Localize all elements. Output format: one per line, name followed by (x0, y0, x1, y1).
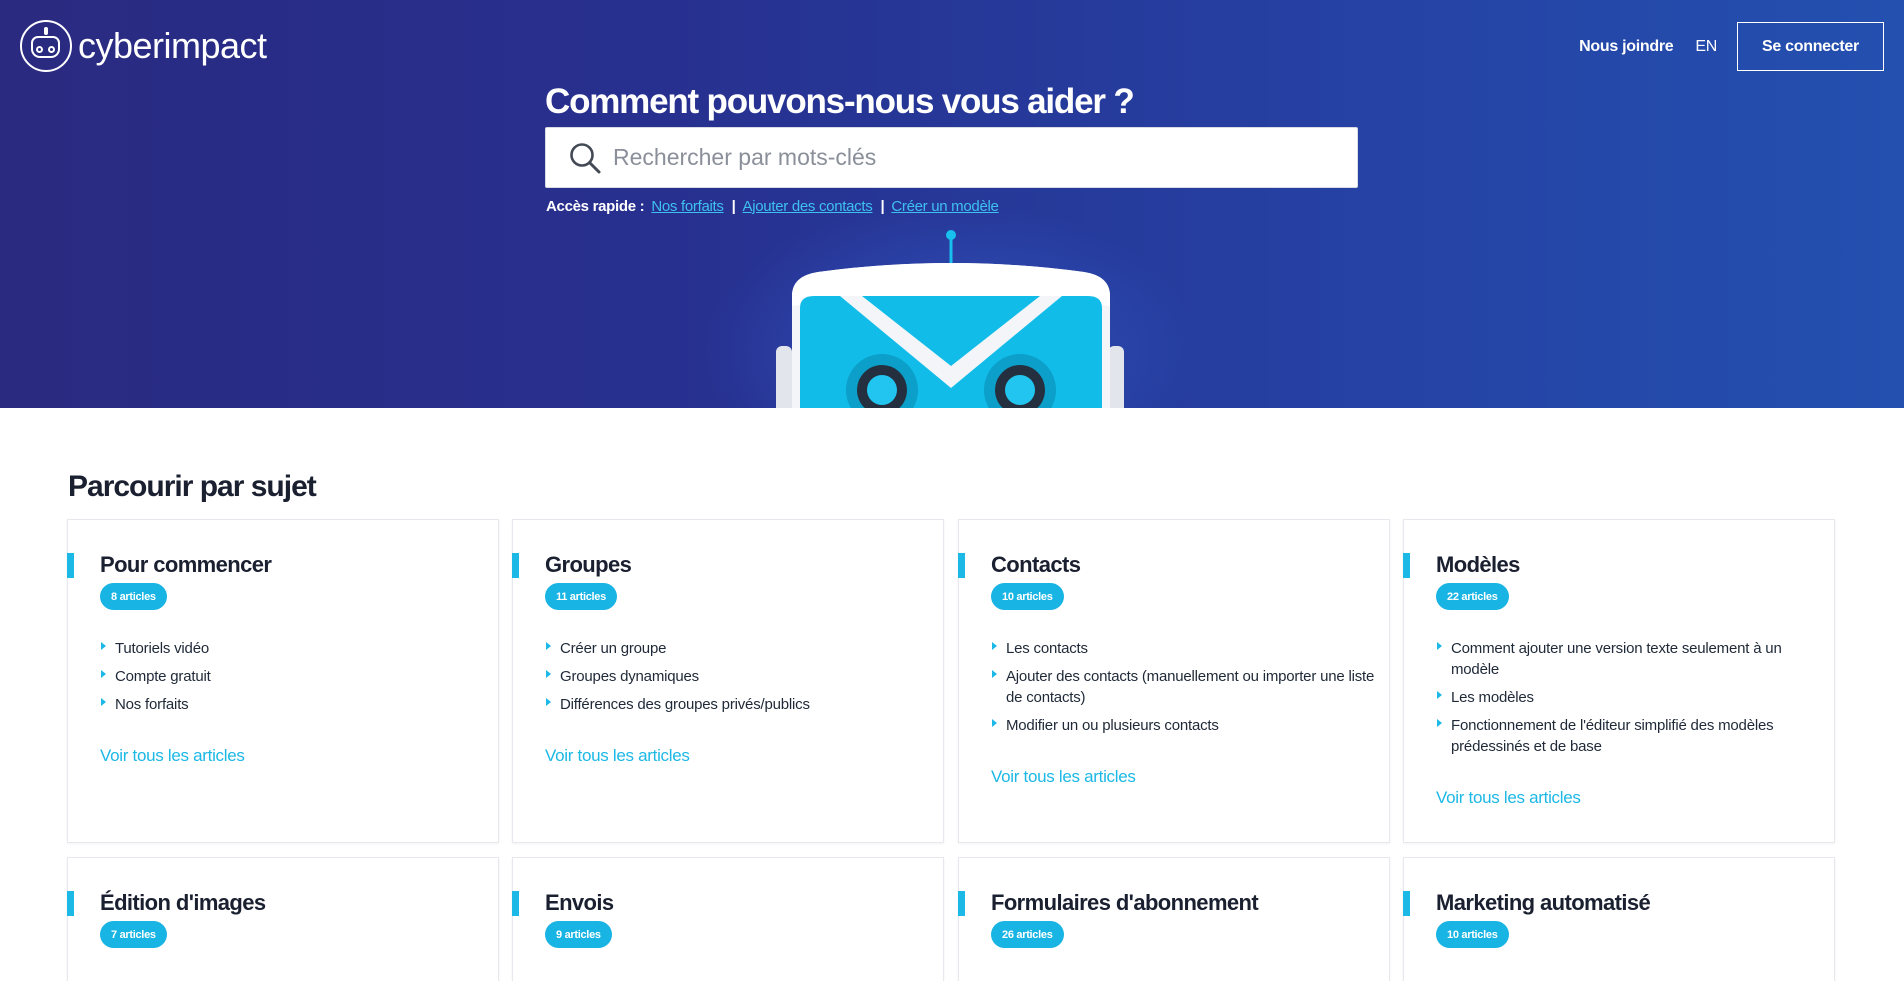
top-nav: Nous joindre EN Se connecter (1579, 22, 1884, 71)
quick-separator: | (731, 198, 736, 215)
article-link[interactable]: Les contacts (991, 638, 1376, 659)
hero-banner: cyberimpact Nous joindre EN Se connecter… (0, 0, 1904, 408)
card-title[interactable]: Envois (545, 890, 614, 916)
card-title[interactable]: Marketing automatisé (1436, 890, 1651, 916)
article-count-badge: 26 articles (991, 921, 1064, 948)
article-link[interactable]: Ajouter des contacts (manuellement ou im… (991, 666, 1376, 708)
article-link[interactable]: Comment ajouter une version texte seulem… (1436, 638, 1821, 680)
quick-link-create-template[interactable]: Créer un modèle (891, 198, 999, 215)
article-list: Les contacts Ajouter des contacts (manue… (991, 638, 1376, 743)
logo[interactable]: cyberimpact (20, 20, 267, 72)
article-link[interactable]: Modifier un ou plusieurs contacts (991, 715, 1376, 736)
topic-card-templates: Modèles 22 articles Comment ajouter une … (1403, 519, 1835, 843)
article-count-badge: 10 articles (1436, 921, 1509, 948)
login-button[interactable]: Se connecter (1737, 22, 1884, 71)
search-input[interactable] (613, 128, 1343, 187)
topic-card-automated-marketing: Marketing automatisé 10 articles (1403, 857, 1835, 981)
article-list: Tutoriels vidéo Compte gratuit Nos forfa… (100, 638, 485, 722)
card-accent-bar (1403, 553, 1410, 578)
quick-link-add-contacts[interactable]: Ajouter des contacts (743, 198, 873, 215)
card-title[interactable]: Formulaires d'abonnement (991, 890, 1259, 916)
article-list: Créer un groupe Groupes dynamiques Diffé… (545, 638, 930, 722)
article-count-badge: 10 articles (991, 583, 1064, 610)
article-link[interactable]: Fonctionnement de l'éditeur simplifié de… (1436, 715, 1821, 757)
card-accent-bar (512, 553, 519, 578)
card-title[interactable]: Modèles (1436, 552, 1520, 578)
article-link[interactable]: Groupes dynamiques (545, 666, 930, 687)
article-count-badge: 11 articles (545, 583, 617, 610)
card-title[interactable]: Édition d'images (100, 890, 266, 916)
robot-mascot-illustration (776, 230, 1124, 408)
article-link[interactable]: Nos forfaits (100, 694, 485, 715)
language-switch[interactable]: EN (1695, 38, 1717, 56)
search-box (545, 127, 1358, 188)
topic-card-sends: Envois 9 articles (512, 857, 944, 981)
card-accent-bar (67, 553, 74, 578)
search-icon (570, 143, 601, 174)
topic-card-groups: Groupes 11 articles Créer un groupe Grou… (512, 519, 944, 843)
card-title[interactable]: Contacts (991, 552, 1081, 578)
card-accent-bar (958, 553, 965, 578)
view-all-articles-link[interactable]: Voir tous les articles (991, 767, 1136, 787)
card-accent-bar (512, 891, 519, 916)
topic-card-image-editing: Édition d'images 7 articles (67, 857, 499, 981)
card-accent-bar (1403, 891, 1410, 916)
card-title[interactable]: Pour commencer (100, 552, 272, 578)
contact-link[interactable]: Nous joindre (1579, 38, 1673, 56)
topic-card-contacts: Contacts 10 articles Les contacts Ajoute… (958, 519, 1390, 843)
logo-text: cyberimpact (78, 25, 267, 66)
card-accent-bar (958, 891, 965, 916)
article-count-badge: 8 articles (100, 583, 167, 610)
quick-access-label: Accès rapide : (546, 198, 645, 215)
article-count-badge: 22 articles (1436, 583, 1509, 610)
robot-logo-icon (20, 20, 72, 72)
article-link[interactable]: Créer un groupe (545, 638, 930, 659)
card-accent-bar (67, 891, 74, 916)
topic-card-subscription-forms: Formulaires d'abonnement 26 articles (958, 857, 1390, 981)
article-link[interactable]: Différences des groupes privés/publics (545, 694, 930, 715)
view-all-articles-link[interactable]: Voir tous les articles (100, 746, 245, 766)
quick-link-plans[interactable]: Nos forfaits (651, 198, 724, 215)
quick-access: Accès rapide : Nos forfaits | Ajouter de… (546, 198, 999, 215)
view-all-articles-link[interactable]: Voir tous les articles (1436, 788, 1581, 808)
topic-card-getting-started: Pour commencer 8 articles Tutoriels vidé… (67, 519, 499, 843)
article-count-badge: 9 articles (545, 921, 612, 948)
article-link[interactable]: Les modèles (1436, 687, 1821, 708)
article-link[interactable]: Tutoriels vidéo (100, 638, 485, 659)
article-count-badge: 7 articles (100, 921, 167, 948)
article-link[interactable]: Compte gratuit (100, 666, 485, 687)
view-all-articles-link[interactable]: Voir tous les articles (545, 746, 690, 766)
quick-separator: | (880, 198, 885, 215)
browse-section-title: Parcourir par sujet (68, 470, 317, 503)
card-title[interactable]: Groupes (545, 552, 632, 578)
page-title: Comment pouvons-nous vous aider ? (545, 82, 1135, 121)
article-list: Comment ajouter une version texte seulem… (1436, 638, 1821, 764)
